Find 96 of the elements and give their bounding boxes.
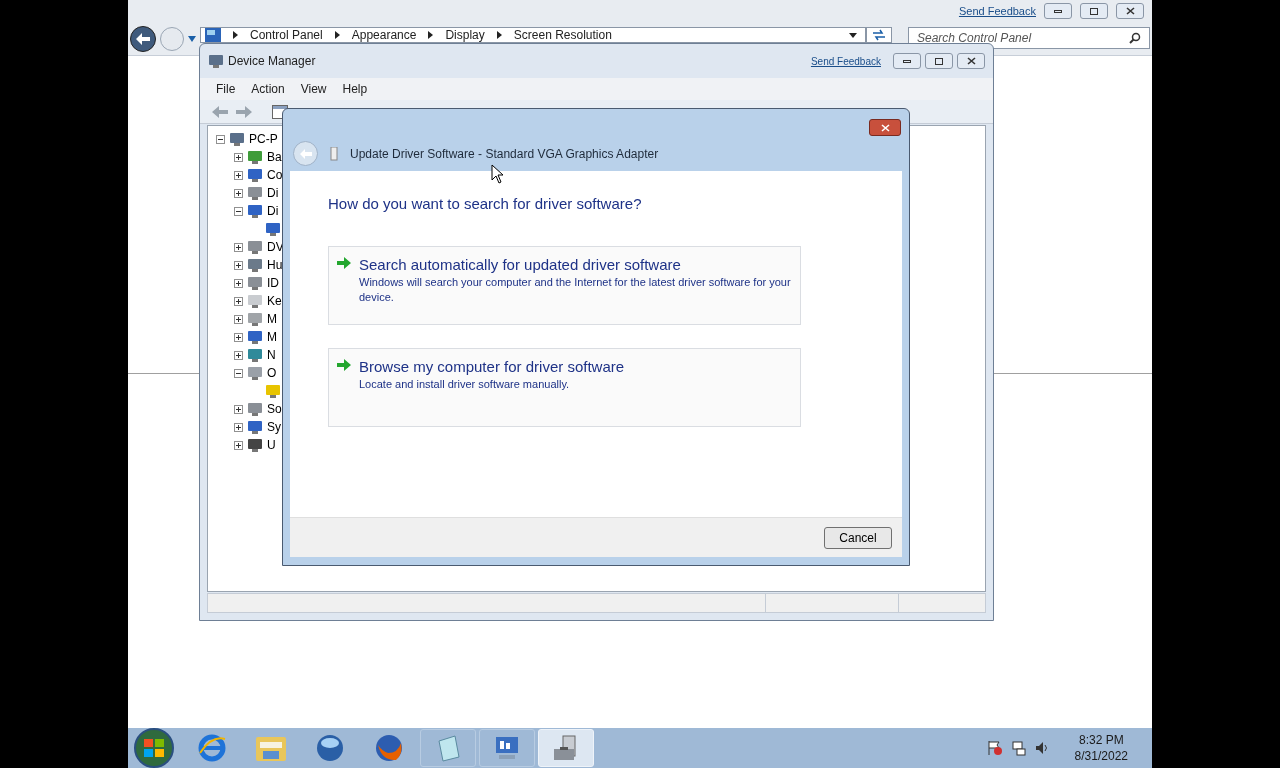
minimize-button[interactable] <box>1044 3 1072 20</box>
tree-item-label[interactable]: ID <box>267 274 279 292</box>
collapse-toggle[interactable] <box>234 206 243 216</box>
option-description: Windows will search your computer and the Internet for the latest driver software for your device. <box>359 274 792 305</box>
expand-toggle[interactable] <box>234 440 243 450</box>
tree-item-label[interactable]: Ba <box>267 148 282 166</box>
taskbar-app-button[interactable] <box>479 729 535 767</box>
menu-item[interactable]: File <box>216 80 236 98</box>
restore-button[interactable] <box>1080 3 1108 20</box>
arrow-icon <box>299 148 312 159</box>
expand-toggle[interactable] <box>234 404 243 414</box>
back-button[interactable] <box>130 26 156 52</box>
tree-item-label[interactable]: Ke <box>267 292 282 310</box>
chevron-icon <box>496 31 502 39</box>
address-bar[interactable]: Control Panel Appearance Display Screen Resolution <box>200 27 866 43</box>
chevron-icon <box>233 31 238 39</box>
computer-icon <box>208 53 224 69</box>
tree-item-label[interactable]: Co <box>267 166 283 184</box>
tree-item-label[interactable]: Di <box>267 184 279 202</box>
arrow-icon <box>136 33 150 45</box>
expand-toggle[interactable] <box>234 188 243 198</box>
menu-item[interactable]: Help <box>342 80 368 98</box>
collapse-toggle[interactable] <box>234 368 243 378</box>
option-title: Search automatically for updated driver software <box>359 254 682 275</box>
close-button[interactable] <box>957 53 985 69</box>
expand-toggle[interactable] <box>234 260 243 270</box>
tree-item-label[interactable]: PC-P <box>249 130 278 148</box>
adapter-icon <box>330 146 338 161</box>
breadcrumb-item[interactable]: Screen Resolution <box>513 28 612 42</box>
fox-globe-icon <box>374 733 404 763</box>
cancel-button[interactable]: Cancel <box>824 526 892 549</box>
menu-item[interactable]: Action <box>251 80 285 98</box>
chevron-icon <box>334 31 340 39</box>
flag-icon[interactable] <box>986 740 1003 756</box>
option-description: Locate and install driver software manually. <box>359 376 571 392</box>
clock-date[interactable]: 8/31/2022 <box>1074 748 1128 764</box>
menu-item[interactable]: View <box>300 80 327 98</box>
close-button[interactable] <box>1116 3 1144 20</box>
arrow-icon <box>337 256 351 269</box>
monitor-icon <box>247 419 263 435</box>
monitor-icon <box>247 203 263 219</box>
dialog-title: Update Driver Software - Standard VGA Graphics Adapter <box>350 145 659 163</box>
search-field[interactable]: Search Control Panel <box>908 27 1150 49</box>
tree-item-label[interactable]: Sy <box>267 418 281 436</box>
expand-toggle[interactable] <box>234 242 243 252</box>
expand-toggle[interactable] <box>234 314 243 324</box>
close-icon <box>1125 7 1135 16</box>
tree-item-label[interactable]: M <box>267 328 277 346</box>
close-button[interactable] <box>869 119 901 136</box>
history-dropdown-icon[interactable] <box>188 36 196 42</box>
option-title: Browse my computer for driver software <box>359 356 625 377</box>
minimize-button[interactable] <box>893 53 921 69</box>
browser-icon <box>197 733 227 763</box>
dialog-heading: How do you want to search for driver software? <box>328 194 643 214</box>
control-panel-icon <box>205 28 221 42</box>
close-icon <box>880 123 890 132</box>
start-button[interactable] <box>134 728 174 768</box>
expand-toggle[interactable] <box>234 170 243 180</box>
breadcrumb-item[interactable]: Control Panel <box>250 28 323 42</box>
arrow-icon <box>337 358 351 371</box>
breadcrumb-item[interactable]: Display <box>445 28 485 42</box>
computer-icon <box>229 131 245 147</box>
tree-item-label[interactable]: Hu <box>267 256 283 274</box>
refresh-button[interactable] <box>866 27 892 43</box>
option-card[interactable]: Browse my computer for driver software Locate and install driver software manually. <box>328 347 801 427</box>
monitor-icon <box>247 329 263 345</box>
search-icon <box>1129 32 1141 44</box>
expand-toggle[interactable] <box>234 332 243 342</box>
breadcrumb-item[interactable]: Appearance <box>351 28 417 42</box>
monitor-icon <box>247 167 263 183</box>
send-feedback-link[interactable]: Send Feedback <box>958 3 1036 20</box>
expand-toggle[interactable] <box>234 422 243 432</box>
dropdown-arrow-icon[interactable] <box>849 32 857 38</box>
clock-time[interactable]: 8:32 PM <box>1078 732 1124 748</box>
expand-toggle[interactable] <box>234 350 243 360</box>
tree-item-label[interactable]: N <box>267 346 276 364</box>
tree-item-label[interactable]: So <box>267 400 282 418</box>
refresh-icon <box>872 29 886 41</box>
expand-toggle[interactable] <box>234 278 243 288</box>
expand-toggle[interactable] <box>234 152 243 162</box>
tree-item-label[interactable]: Di <box>267 202 279 220</box>
monitor-icon <box>265 221 281 237</box>
expand-toggle[interactable] <box>234 296 243 306</box>
tree-item-label[interactable]: M <box>267 310 277 328</box>
window-title: Device Manager <box>228 53 316 70</box>
maximize-button[interactable] <box>925 53 953 69</box>
globe-icon <box>315 733 345 763</box>
tree-item-label[interactable]: U <box>267 436 276 454</box>
option-card[interactable]: Search automatically for updated driver software Windows will search your computer and the Internet for the latest driver software for your device. <box>328 245 801 325</box>
tree-item-label[interactable]: O <box>267 364 277 382</box>
chevron-icon <box>428 31 434 39</box>
windows-flag-icon <box>144 739 164 757</box>
send-feedback-link[interactable]: Send Feedback <box>810 53 881 69</box>
collapse-toggle[interactable] <box>216 134 225 144</box>
close-icon <box>966 57 976 65</box>
device-icon <box>247 257 263 273</box>
